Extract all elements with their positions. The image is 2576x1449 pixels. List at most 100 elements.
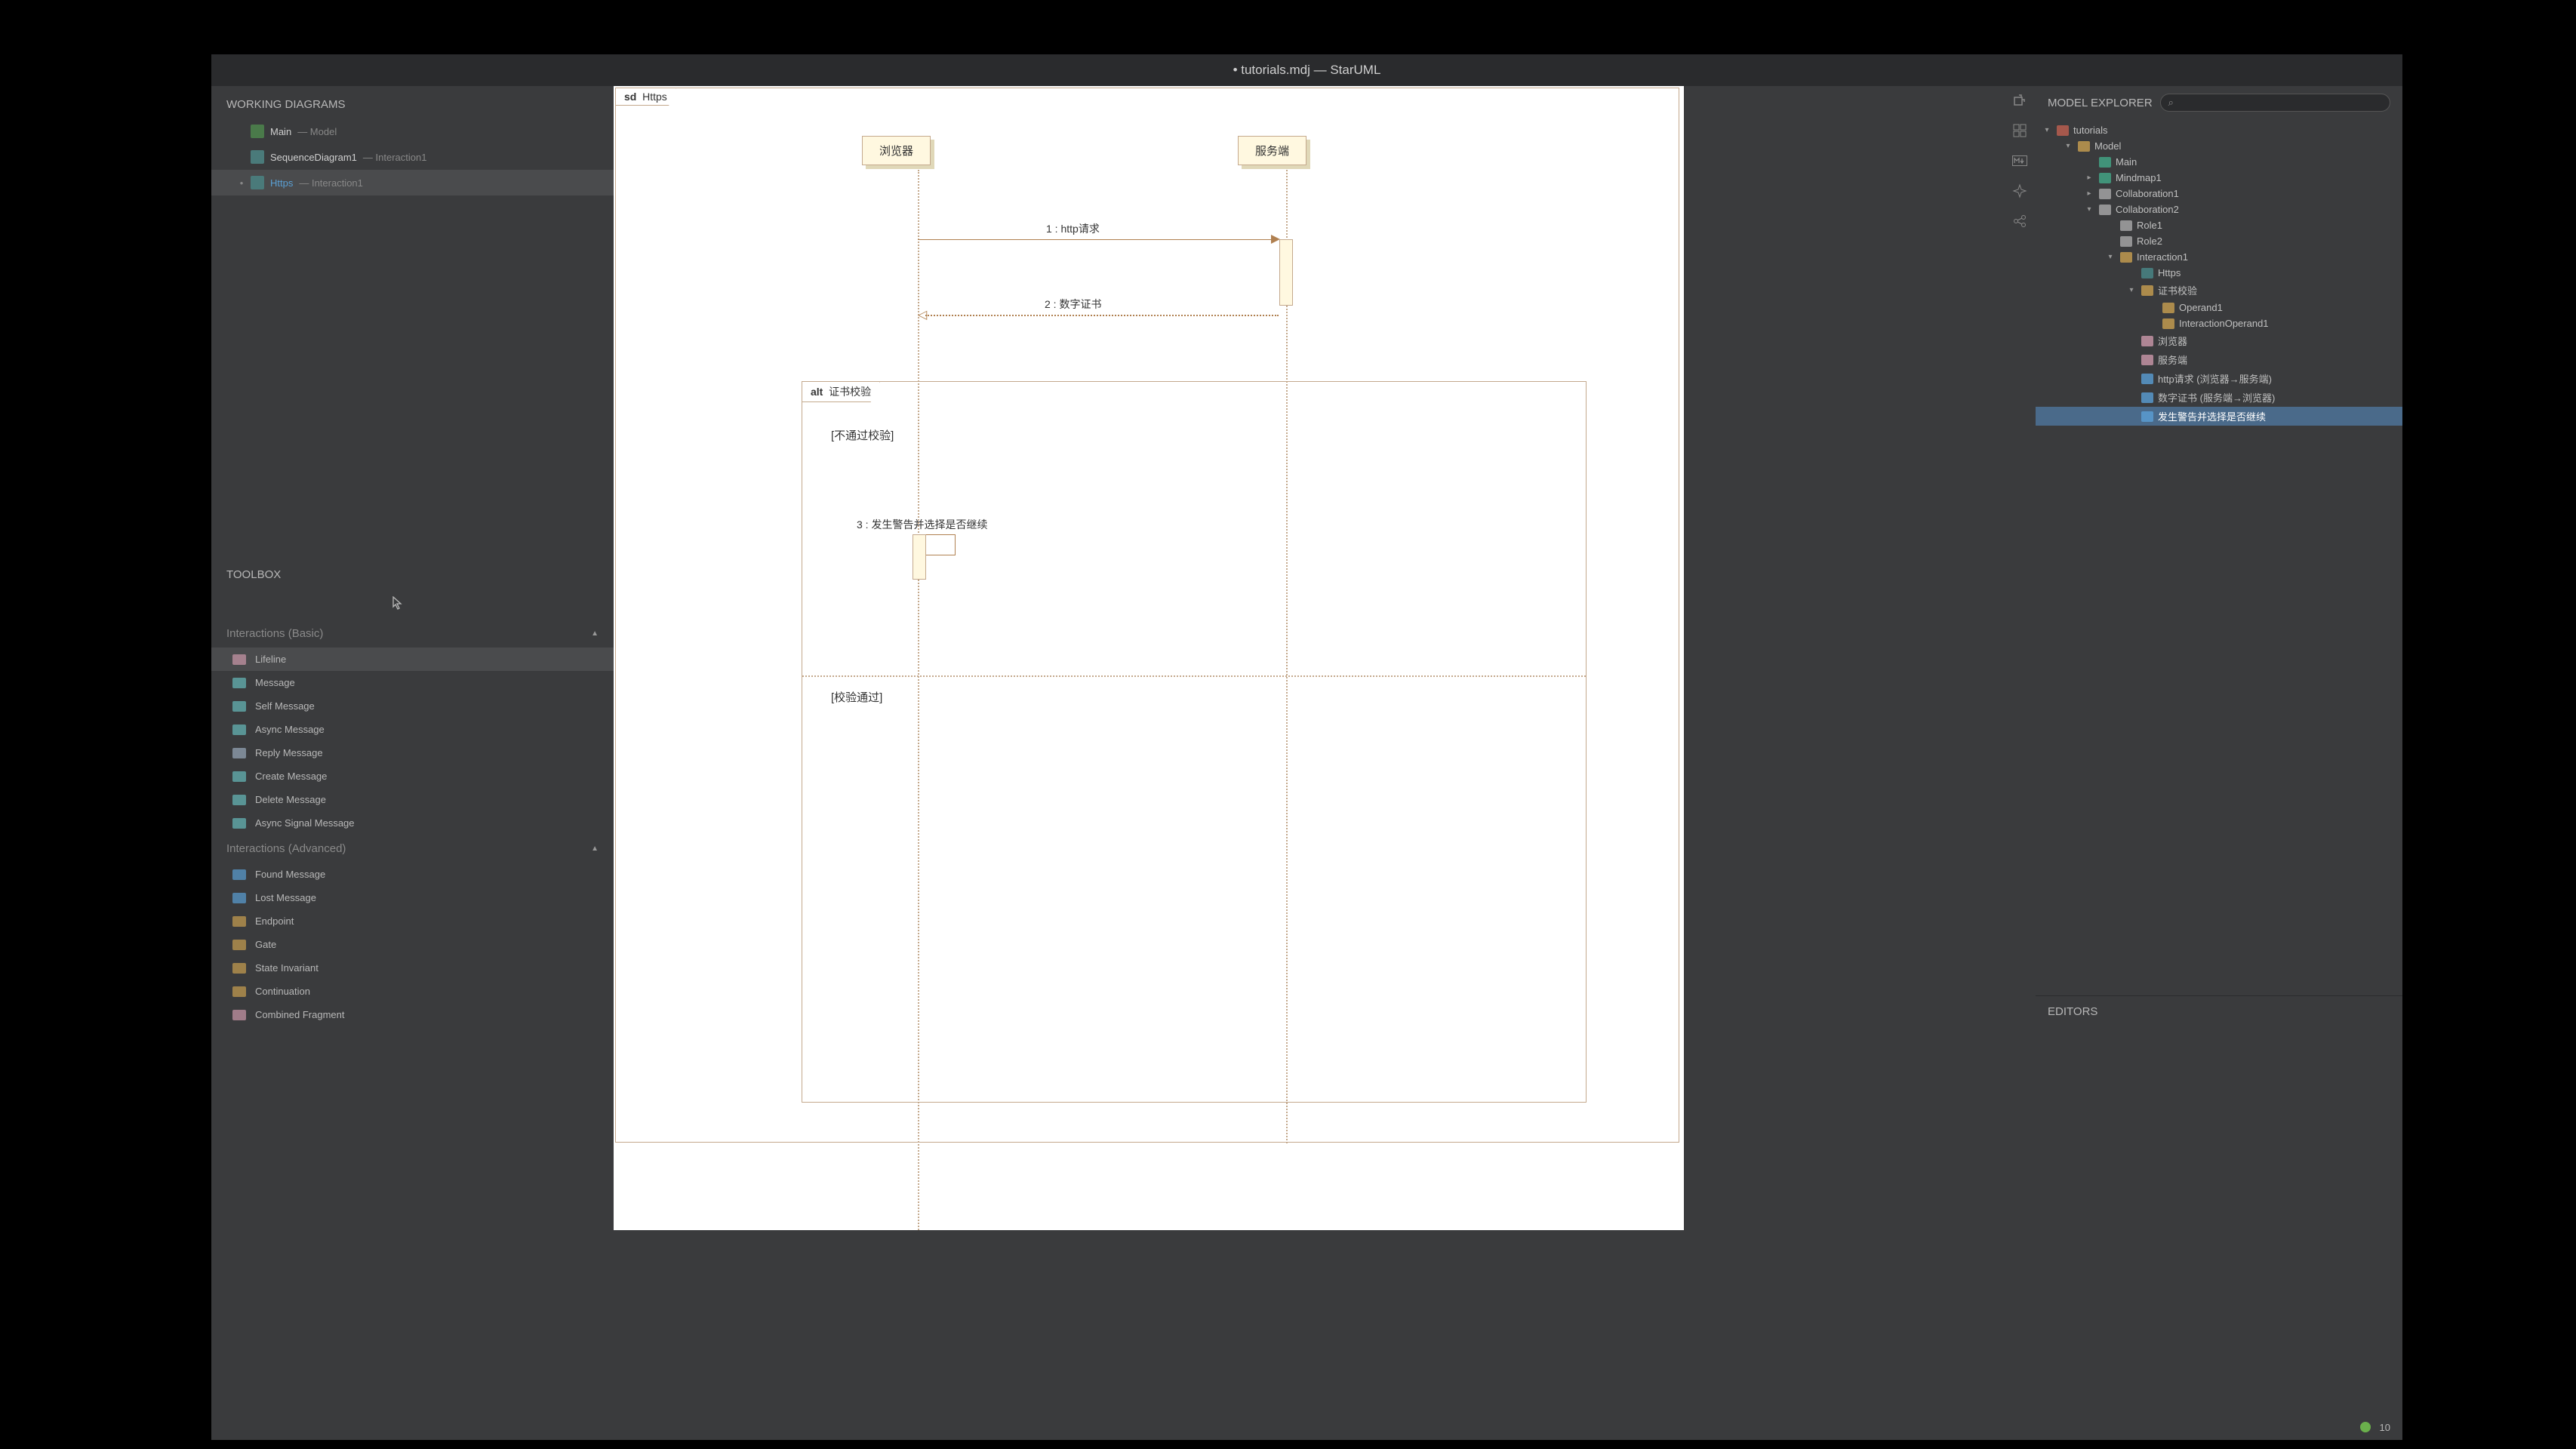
tree-node[interactable]: ▾ Model xyxy=(2036,138,2402,154)
tree-node[interactable]: ▾证书校验 xyxy=(2036,281,2402,300)
tree-node[interactable]: Https xyxy=(2036,265,2402,281)
diagram-frame[interactable]: sd Https 浏览器 服务端 1 : http请求 xyxy=(615,88,1679,1143)
tree-node[interactable]: ▾Interaction1 xyxy=(2036,249,2402,265)
tree-node[interactable]: Main xyxy=(2036,154,2402,170)
tree-node[interactable]: InteractionOperand1 xyxy=(2036,315,2402,331)
working-diagram-item[interactable]: Main — Model xyxy=(211,118,614,144)
frame-name: Https xyxy=(642,91,667,103)
collapse-icon: ▲ xyxy=(591,629,599,638)
alt-frame[interactable]: alt 证书校验 [不通过校验] 3 : 发生警告并选择是否继续 ◀ [校验通过… xyxy=(802,381,1587,1103)
node-label: Model xyxy=(2094,140,2121,152)
working-diagram-item[interactable]: SequenceDiagram1— Interaction1 xyxy=(211,144,614,170)
diagram-suffix: — Model xyxy=(297,126,337,137)
select-tool[interactable] xyxy=(211,589,614,620)
tree-toggle-icon[interactable]: ▸ xyxy=(2084,174,2094,182)
tool-icon xyxy=(232,701,246,712)
tree-node[interactable]: Operand1 xyxy=(2036,300,2402,315)
node-type-icon xyxy=(2120,252,2132,263)
tree-node[interactable]: http请求 (浏览器→服务端) xyxy=(2036,369,2402,388)
message-2-line[interactable] xyxy=(925,315,1279,316)
node-label: 数字证书 (服务端→浏览器) xyxy=(2158,390,2275,405)
message-1-line[interactable] xyxy=(918,239,1279,240)
tool-icon xyxy=(232,916,246,927)
diagram-label: Main xyxy=(270,126,291,137)
tree-node[interactable]: 浏览器 xyxy=(2036,331,2402,350)
toolbox-item[interactable]: Async Message xyxy=(211,718,614,741)
diagram-type-icon xyxy=(251,176,264,189)
toolbox-item[interactable]: Lost Message xyxy=(211,886,614,909)
frame-tab: sd Https xyxy=(615,88,676,106)
explorer-search[interactable]: ⌕ xyxy=(2160,94,2390,112)
tree-node[interactable]: 数字证书 (服务端→浏览器) xyxy=(2036,388,2402,407)
node-label: Mindmap1 xyxy=(2116,172,2162,183)
tool-label: Message xyxy=(255,677,295,688)
tree-node[interactable]: ▸ Mindmap1 xyxy=(2036,170,2402,186)
tree-node[interactable]: ▾Collaboration2 xyxy=(2036,202,2402,217)
toolbox-item[interactable]: Async Signal Message xyxy=(211,811,614,835)
zoom-level[interactable]: 10 xyxy=(2380,1422,2390,1433)
diagram-type-icon xyxy=(251,125,264,138)
node-label: 服务端 xyxy=(2158,352,2187,367)
tree-toggle-icon[interactable]: ▸ xyxy=(2084,189,2094,198)
activation-browser-self[interactable] xyxy=(913,534,926,580)
toolbox-item[interactable]: Reply Message xyxy=(211,741,614,764)
toolbox-item[interactable]: Message xyxy=(211,671,614,694)
node-label: 发生警告并选择是否继续 xyxy=(2158,409,2266,423)
canvas[interactable]: sd Https 浏览器 服务端 1 : http请求 xyxy=(614,86,2004,1414)
tree-node[interactable]: ▾ tutorials xyxy=(2036,122,2402,138)
toolbox-item[interactable]: State Invariant xyxy=(211,956,614,980)
toolbox-item[interactable]: Gate xyxy=(211,933,614,956)
node-label: Operand1 xyxy=(2179,302,2223,313)
toolbox-item[interactable]: Delete Message xyxy=(211,788,614,811)
tree-toggle-icon[interactable]: ▾ xyxy=(2063,142,2073,150)
markdown-icon[interactable] xyxy=(2011,152,2028,169)
node-type-icon xyxy=(2120,220,2132,231)
guard-1: [不通过校验] xyxy=(831,427,894,443)
title-prefix: • xyxy=(1233,63,1238,78)
lifeline-browser[interactable]: 浏览器 xyxy=(862,136,931,165)
cursor-icon xyxy=(392,596,403,610)
tree-toggle-icon[interactable]: ▾ xyxy=(2105,253,2116,261)
tool-label: Async Signal Message xyxy=(255,817,355,829)
node-type-icon xyxy=(2099,189,2111,199)
toolbox-item[interactable]: Found Message xyxy=(211,863,614,886)
toolbox-sections: Interactions (Basic)▲Lifeline Message Self… xyxy=(211,620,614,1414)
tree-toggle-icon[interactable]: ▾ xyxy=(2126,286,2137,294)
tree-node[interactable]: ▸Collaboration1 xyxy=(2036,186,2402,202)
toolbox-section-header[interactable]: Interactions (Basic)▲ xyxy=(211,620,614,648)
tool-icon xyxy=(232,771,246,782)
search-input[interactable] xyxy=(2178,97,2382,109)
tree-node[interactable]: Role1 xyxy=(2036,217,2402,233)
toolbox-item[interactable]: Self Message xyxy=(211,694,614,718)
tool-icon xyxy=(232,893,246,903)
tool-icon xyxy=(232,818,246,829)
toolbox-item[interactable]: Create Message xyxy=(211,764,614,788)
toolbox-item[interactable]: Combined Fragment xyxy=(211,1003,614,1026)
compass-icon[interactable] xyxy=(2011,183,2028,199)
left-panel: WORKING DIAGRAMS Main— ModelSequenceDiag… xyxy=(211,86,614,1414)
tree-toggle-icon[interactable]: ▾ xyxy=(2084,205,2094,214)
tree-node[interactable]: 发生警告并选择是否继续 xyxy=(2036,407,2402,426)
activation-server-1[interactable] xyxy=(1279,239,1293,306)
share-icon[interactable] xyxy=(2011,213,2028,229)
tree-node[interactable]: Role2 xyxy=(2036,233,2402,249)
lifeline-server[interactable]: 服务端 xyxy=(1238,136,1306,165)
grid-icon[interactable] xyxy=(2011,122,2028,139)
node-type-icon xyxy=(2141,355,2153,365)
app-window: • tutorials.mdj — StarUML WORKING DIAGRA… xyxy=(211,54,2402,1414)
node-label: tutorials xyxy=(2073,125,2108,136)
tree-node[interactable]: 服务端 xyxy=(2036,350,2402,369)
toolbox-section-header[interactable]: Interactions (Advanced)▲ xyxy=(211,835,614,863)
guard-2: [校验通过] xyxy=(831,689,882,705)
canvas-page[interactable]: sd Https 浏览器 服务端 1 : http请求 xyxy=(614,86,1684,1230)
toolbox-item[interactable]: Endpoint xyxy=(211,909,614,933)
tool-icon xyxy=(232,963,246,974)
extension-icon[interactable] xyxy=(2011,92,2028,109)
working-diagram-item[interactable]: •Https— Interaction1 xyxy=(211,170,614,195)
toolbox-item[interactable]: Continuation xyxy=(211,980,614,1003)
node-label: 浏览器 xyxy=(2158,334,2187,348)
alt-tab: alt 证书校验 xyxy=(802,381,880,402)
model-tree[interactable]: ▾tutorials▾ModelMain▸Mindmap1▸Collaborat… xyxy=(2036,119,2402,512)
toolbox-item[interactable]: Lifeline xyxy=(211,648,614,671)
tree-toggle-icon[interactable]: ▾ xyxy=(2042,126,2052,134)
